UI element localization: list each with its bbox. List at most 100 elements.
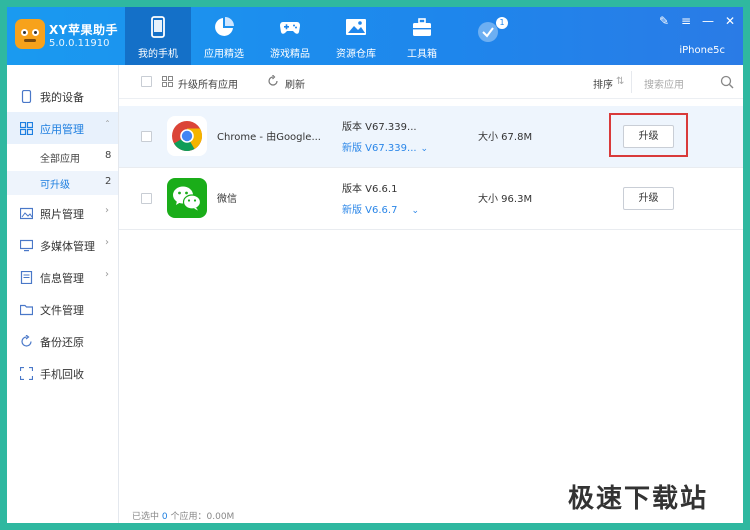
search-box[interactable]: 搜索应用: [631, 71, 743, 93]
device-name[interactable]: iPhone5c: [679, 45, 725, 56]
sidebar-item-file-management[interactable]: 文件管理: [7, 293, 118, 325]
app-name: 微信: [217, 194, 237, 205]
sidebar-item-label: 手机回收: [40, 368, 84, 381]
minimize-icon[interactable]: —: [697, 12, 719, 30]
table-row[interactable]: 微信 版本 V6.6.1 新版 V6.6.7 ⌄ 大小 96.3M 升级: [119, 168, 743, 230]
chevron-down-icon: ⌄: [411, 206, 420, 216]
tab-label: 我的手机: [138, 49, 178, 60]
sidebar-item-media-management[interactable]: 多媒体管理 ›: [7, 229, 118, 261]
recycle-icon: [20, 367, 33, 380]
new-version-text: 新版 V67.339...: [342, 143, 417, 154]
window-controls: ✎ ≡ — ✕: [653, 12, 741, 30]
photo-icon: [20, 207, 33, 220]
subitem-label: 全部应用: [40, 154, 80, 165]
message-icon: [20, 271, 33, 284]
sort-button[interactable]: 排序: [593, 76, 613, 91]
content-toolbar: 升级所有应用 刷新 排序 ⇅ 搜索应用: [119, 65, 743, 99]
media-icon: [20, 239, 33, 252]
sidebar-item-my-device[interactable]: 我的设备: [7, 80, 118, 112]
sidebar: 我的设备 应用管理 ˆ 全部应用 8 可升级 2 照片管理 › 多媒体管理 › …: [7, 65, 119, 523]
app-version: 5.0.0.11910: [49, 38, 110, 49]
status-prefix: 已选中: [132, 512, 160, 522]
sidebar-item-label: 信息管理: [40, 272, 84, 285]
row-checkbox[interactable]: [141, 193, 152, 204]
tab-label: 应用精选: [204, 49, 244, 60]
skin-edit-icon[interactable]: ✎: [653, 12, 675, 30]
tab-resources[interactable]: 资源仓库: [323, 7, 389, 65]
chevron-right-icon: ›: [105, 269, 109, 280]
image-icon: [346, 19, 366, 35]
title-bar: XY苹果助手 5.0.0.11910 我的手机 应用精选 游戏精品 资源仓库 工…: [7, 7, 743, 65]
sidebar-item-label: 应用管理: [40, 123, 84, 136]
sidebar-item-label: 文件管理: [40, 304, 84, 317]
grid-icon: [162, 76, 173, 87]
wechat-app-icon: [167, 178, 207, 218]
apps-grid-icon: [20, 122, 33, 135]
highlight-box: [609, 113, 688, 157]
apps-pie-icon: [215, 17, 234, 36]
sidebar-item-photo-management[interactable]: 照片管理 ›: [7, 197, 118, 229]
subitem-count: 2: [105, 176, 112, 187]
selected-count: 0: [161, 512, 168, 522]
chrome-app-icon: [167, 116, 207, 156]
status-suffix: 个应用：0.00M: [170, 512, 235, 522]
new-version-text: 新版 V6.6.7: [342, 205, 398, 216]
menu-icon[interactable]: ≡: [675, 12, 697, 30]
app-window: XY苹果助手 5.0.0.11910 我的手机 应用精选 游戏精品 资源仓库 工…: [7, 7, 743, 523]
close-icon[interactable]: ✕: [719, 12, 741, 30]
app-name: Chrome - 由Google...: [217, 132, 321, 143]
current-version: 版本 V67.339...: [342, 122, 417, 133]
chevron-down-icon: ⌄: [420, 144, 429, 154]
sidebar-item-label: 我的设备: [40, 91, 84, 104]
sidebar-item-label: 备份还原: [40, 336, 84, 349]
app-logo-icon: [15, 19, 45, 49]
refresh-button[interactable]: 刷新: [285, 76, 305, 91]
new-version[interactable]: 新版 V67.339... ⌄: [342, 139, 428, 154]
table-row[interactable]: Chrome - 由Google... 版本 V67.339... 新版 V67…: [119, 106, 743, 168]
upgrade-button[interactable]: 升级: [623, 187, 674, 210]
tab-label: 游戏精品: [270, 49, 310, 60]
sidebar-item-label: 照片管理: [40, 208, 84, 221]
main-nav: 我的手机 应用精选 游戏精品 资源仓库 工具箱 1: [125, 7, 521, 65]
phone-icon: [151, 16, 165, 38]
refresh-icon[interactable]: [267, 75, 279, 87]
toolbox-icon: [413, 18, 431, 36]
sidebar-item-message-management[interactable]: 信息管理 ›: [7, 261, 118, 293]
tab-my-phone[interactable]: 我的手机: [125, 7, 191, 65]
sidebar-item-app-management[interactable]: 应用管理 ˆ: [7, 112, 118, 144]
upgrade-all-button[interactable]: 升级所有应用: [178, 76, 238, 91]
sidebar-item-phone-recycle[interactable]: 手机回收: [7, 357, 118, 389]
subitem-label: 可升级: [40, 180, 70, 191]
backup-icon: [21, 335, 32, 347]
tab-updates[interactable]: 1: [455, 7, 521, 65]
subitem-count: 8: [105, 150, 112, 161]
app-size: 大小 67.8M: [478, 132, 533, 143]
tab-toolbox[interactable]: 工具箱: [389, 7, 455, 65]
folder-icon: [20, 304, 33, 316]
main-content: 升级所有应用 刷新 排序 ⇅ 搜索应用 Chrome - 由Google... …: [119, 65, 743, 523]
update-count-badge: 1: [496, 17, 508, 29]
sidebar-item-label: 多媒体管理: [40, 240, 95, 253]
tab-label: 工具箱: [407, 49, 437, 60]
current-version: 版本 V6.6.1: [342, 184, 398, 195]
sort-arrows-icon[interactable]: ⇅: [616, 76, 624, 87]
search-icon[interactable]: [720, 75, 734, 89]
chevron-right-icon: ›: [105, 237, 109, 248]
tab-label: 资源仓库: [336, 49, 376, 60]
row-checkbox[interactable]: [141, 131, 152, 142]
sidebar-item-backup-restore[interactable]: 备份还原: [7, 325, 118, 357]
chevron-right-icon: ›: [105, 205, 109, 216]
sidebar-subitem-upgradable[interactable]: 可升级 2: [7, 171, 118, 195]
chevron-up-icon: ˆ: [105, 120, 110, 131]
tab-app-picks[interactable]: 应用精选: [191, 7, 257, 65]
sidebar-subitem-all-apps[interactable]: 全部应用 8: [7, 145, 118, 169]
selection-status: 已选中 0 个应用：0.00M: [132, 509, 234, 522]
site-watermark: 极速下载站: [568, 484, 709, 514]
tab-game-picks[interactable]: 游戏精品: [257, 7, 323, 65]
select-all-checkbox[interactable]: [141, 76, 152, 87]
app-size: 大小 96.3M: [478, 194, 533, 205]
gamepad-icon: [280, 22, 300, 34]
search-input[interactable]: 搜索应用: [644, 76, 684, 91]
app-title: XY苹果助手: [49, 23, 118, 37]
new-version[interactable]: 新版 V6.6.7 ⌄: [342, 201, 419, 216]
